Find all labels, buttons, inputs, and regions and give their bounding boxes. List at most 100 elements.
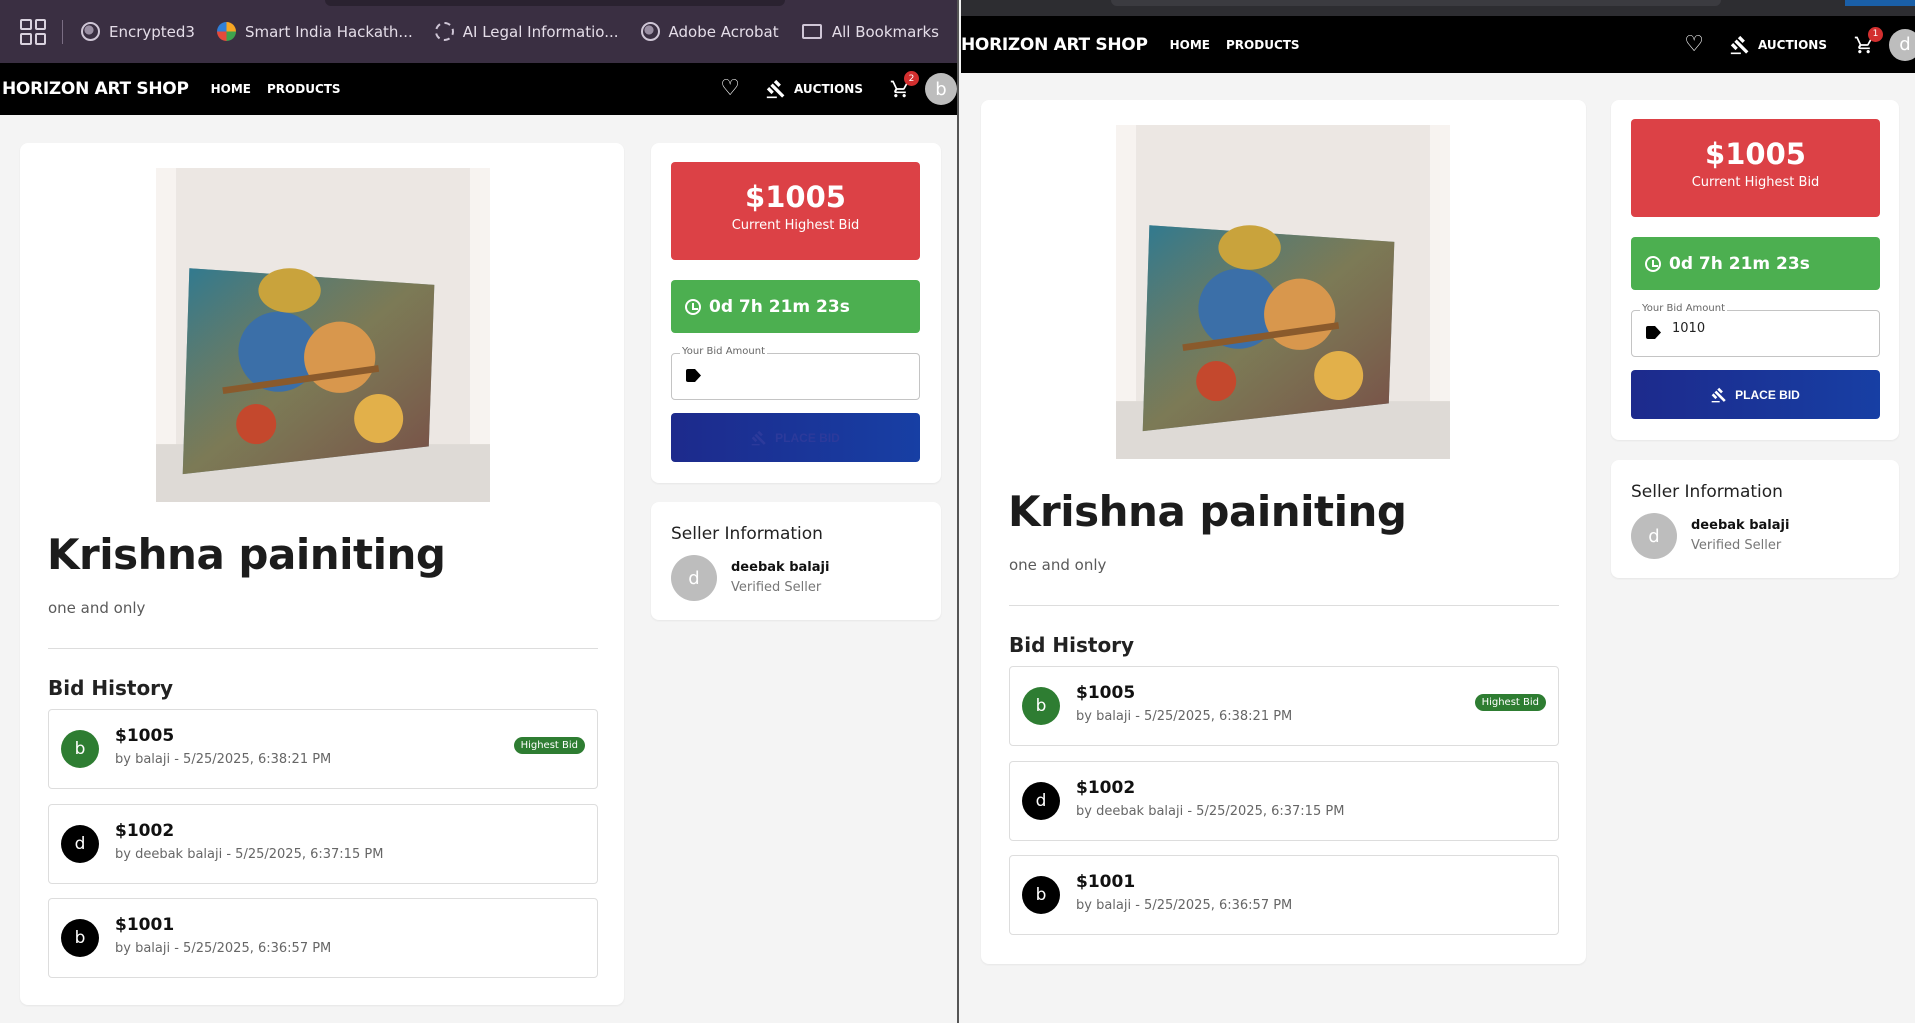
product-description: one and only (1009, 556, 1107, 574)
current-bid-label: Current Highest Bid (1691, 175, 1820, 190)
bid-history-row: b $1001 by balaji - 5/25/2025, 6:36:57 P… (1009, 855, 1559, 935)
bid-meta: by balaji - 5/25/2025, 6:38:21 PM (1076, 709, 1293, 724)
current-bid-box: $1005 Current Highest Bid (671, 162, 920, 260)
bid-amount: $1002 (115, 821, 175, 841)
bid-meta: by balaji - 5/25/2025, 6:36:57 PM (1076, 898, 1293, 913)
user-avatar[interactable]: b (925, 73, 957, 105)
bid-meta: by deebak balaji - 5/25/2025, 6:37:15 PM (1076, 804, 1345, 819)
product-description: one and only (48, 599, 146, 617)
gavel-icon (766, 79, 786, 99)
user-avatar[interactable]: d (1889, 28, 1915, 61)
app-header: HORIZON ART SHOP HOME PRODUCTS ♡ AUCTION… (0, 63, 957, 115)
gavel-icon (1730, 35, 1750, 55)
seller-name[interactable]: deebak balaji (731, 560, 829, 575)
countdown-timer: 0d 7h 21m 23s (1631, 237, 1880, 290)
nav-auctions[interactable]: AUCTIONS (766, 79, 863, 99)
nav-home[interactable]: HOME (211, 82, 251, 96)
bid-amount-label: Your Bid Amount (680, 346, 767, 357)
cart-count-badge: 2 (904, 71, 919, 86)
seller-card: Seller Information d deebak balaji Verif… (1611, 460, 1899, 578)
product-title: Krishna painiting (1008, 487, 1407, 536)
all-bookmarks[interactable]: All Bookmarks (801, 23, 939, 41)
tab-strip-edge (325, 0, 785, 6)
bookmark-adobe-acrobat[interactable]: Adobe Acrobat (640, 22, 779, 41)
browser-top-strip (961, 0, 1915, 16)
globe-icon (640, 22, 660, 41)
ai-icon (434, 22, 454, 41)
auction-card: $1005 Current Highest Bid 0d 7h 21m 23s … (1611, 100, 1899, 440)
clock-icon (1645, 255, 1661, 272)
current-bid-amount: $1005 (1705, 137, 1806, 171)
address-bar-edge (1111, 0, 1721, 6)
bid-amount-input[interactable] (1672, 321, 1812, 336)
auctions-label: AUCTIONS (793, 82, 863, 96)
seller-status: Verified Seller (1691, 538, 1782, 553)
bookmarks-bar: Encrypted3 Smart India Hackath... AI Leg… (0, 0, 957, 63)
nav-auctions[interactable]: AUCTIONS (1730, 35, 1827, 55)
bookmark-label: Encrypted3 (109, 22, 195, 41)
sih-icon (216, 22, 236, 41)
bidder-avatar: b (1022, 687, 1060, 725)
bookmarks-separator (62, 19, 63, 44)
place-bid-button[interactable]: PLACE BID (671, 413, 920, 462)
globe-icon (81, 22, 100, 41)
cart-button[interactable]: 2 (889, 71, 919, 99)
seller-name[interactable]: deebak balaji (1691, 518, 1789, 533)
bid-amount-field[interactable]: Your Bid Amount (671, 346, 920, 400)
gavel-icon (751, 430, 767, 446)
bid-meta: by balaji - 5/25/2025, 6:38:21 PM (115, 752, 332, 767)
nav-products[interactable]: PRODUCTS (267, 82, 341, 96)
nav-products[interactable]: PRODUCTS (1226, 38, 1300, 52)
brand-logo[interactable]: HORIZON ART SHOP (2, 79, 189, 99)
bidder-avatar: d (1022, 782, 1060, 820)
bidder-avatar: d (61, 825, 99, 863)
bid-history-row: b $1001 by balaji - 5/25/2025, 6:36:57 P… (48, 898, 598, 978)
price-tag-icon (686, 369, 701, 382)
nav-home[interactable]: HOME (1170, 38, 1210, 52)
auction-card: $1005 Current Highest Bid 0d 7h 21m 23s … (651, 143, 941, 483)
bid-history-heading: Bid History (1009, 633, 1135, 657)
divider (48, 648, 598, 649)
app-header: HORIZON ART SHOP HOME PRODUCTS ♡ AUCTION… (961, 16, 1915, 73)
bid-history-row: b $1005 by balaji - 5/25/2025, 6:38:21 P… (1009, 666, 1559, 746)
divider (1009, 605, 1559, 606)
bid-meta: by deebak balaji - 5/25/2025, 6:37:15 PM (115, 847, 384, 862)
auctions-label: AUCTIONS (1757, 37, 1827, 52)
bid-amount: $1001 (115, 915, 175, 935)
bookmark-encrypted3[interactable]: Encrypted3 (81, 22, 195, 41)
bookmark-label: Smart India Hackath... (244, 22, 413, 41)
bidder-avatar: b (61, 919, 99, 957)
right-browser-window: HORIZON ART SHOP HOME PRODUCTS ♡ AUCTION… (961, 0, 1915, 1023)
place-bid-button[interactable]: PLACE BID (1631, 370, 1880, 419)
bid-history-row: d $1002 by deebak balaji - 5/25/2025, 6:… (48, 804, 598, 884)
bookmark-smart-india-hackathon[interactable]: Smart India Hackath... (216, 22, 413, 41)
product-card: Krishna painiting one and only Bid Histo… (981, 100, 1586, 964)
seller-heading: Seller Information (671, 524, 823, 544)
countdown-timer: 0d 7h 21m 23s (671, 280, 920, 333)
bid-meta: by balaji - 5/25/2025, 6:36:57 PM (115, 941, 332, 956)
product-image (156, 168, 490, 502)
brand-logo[interactable]: HORIZON ART SHOP (961, 35, 1148, 55)
bid-history-heading: Bid History (48, 676, 174, 700)
bid-amount-input[interactable] (712, 364, 852, 379)
seller-card: Seller Information d deebak balaji Verif… (651, 502, 941, 620)
bid-amount-label: Your Bid Amount (1640, 303, 1727, 314)
product-card: Krishna painiting one and only Bid Histo… (20, 143, 624, 1005)
bidder-avatar: b (61, 730, 99, 768)
countdown-value: 0d 7h 21m 23s (709, 296, 850, 317)
seller-status: Verified Seller (731, 580, 822, 595)
bid-amount-field[interactable]: Your Bid Amount (1631, 303, 1880, 357)
cart-button[interactable]: 1 (1853, 26, 1883, 55)
apps-grid-icon[interactable] (20, 18, 46, 45)
wishlist-heart-icon[interactable]: ♡ (1684, 33, 1704, 56)
wishlist-heart-icon[interactable]: ♡ (720, 78, 740, 100)
bookmark-ai-legal[interactable]: AI Legal Informatio... (434, 22, 619, 41)
bookmark-label: AI Legal Informatio... (462, 22, 619, 41)
bid-amount: $1005 (1076, 683, 1136, 703)
clock-icon (685, 298, 701, 315)
current-bid-label: Current Highest Bid (731, 218, 860, 233)
place-bid-label: PLACE BID (775, 430, 840, 445)
bid-amount: $1005 (115, 726, 175, 746)
left-browser-window: Encrypted3 Smart India Hackath... AI Leg… (0, 0, 959, 1023)
highest-bid-chip: Highest Bid (1474, 694, 1546, 711)
